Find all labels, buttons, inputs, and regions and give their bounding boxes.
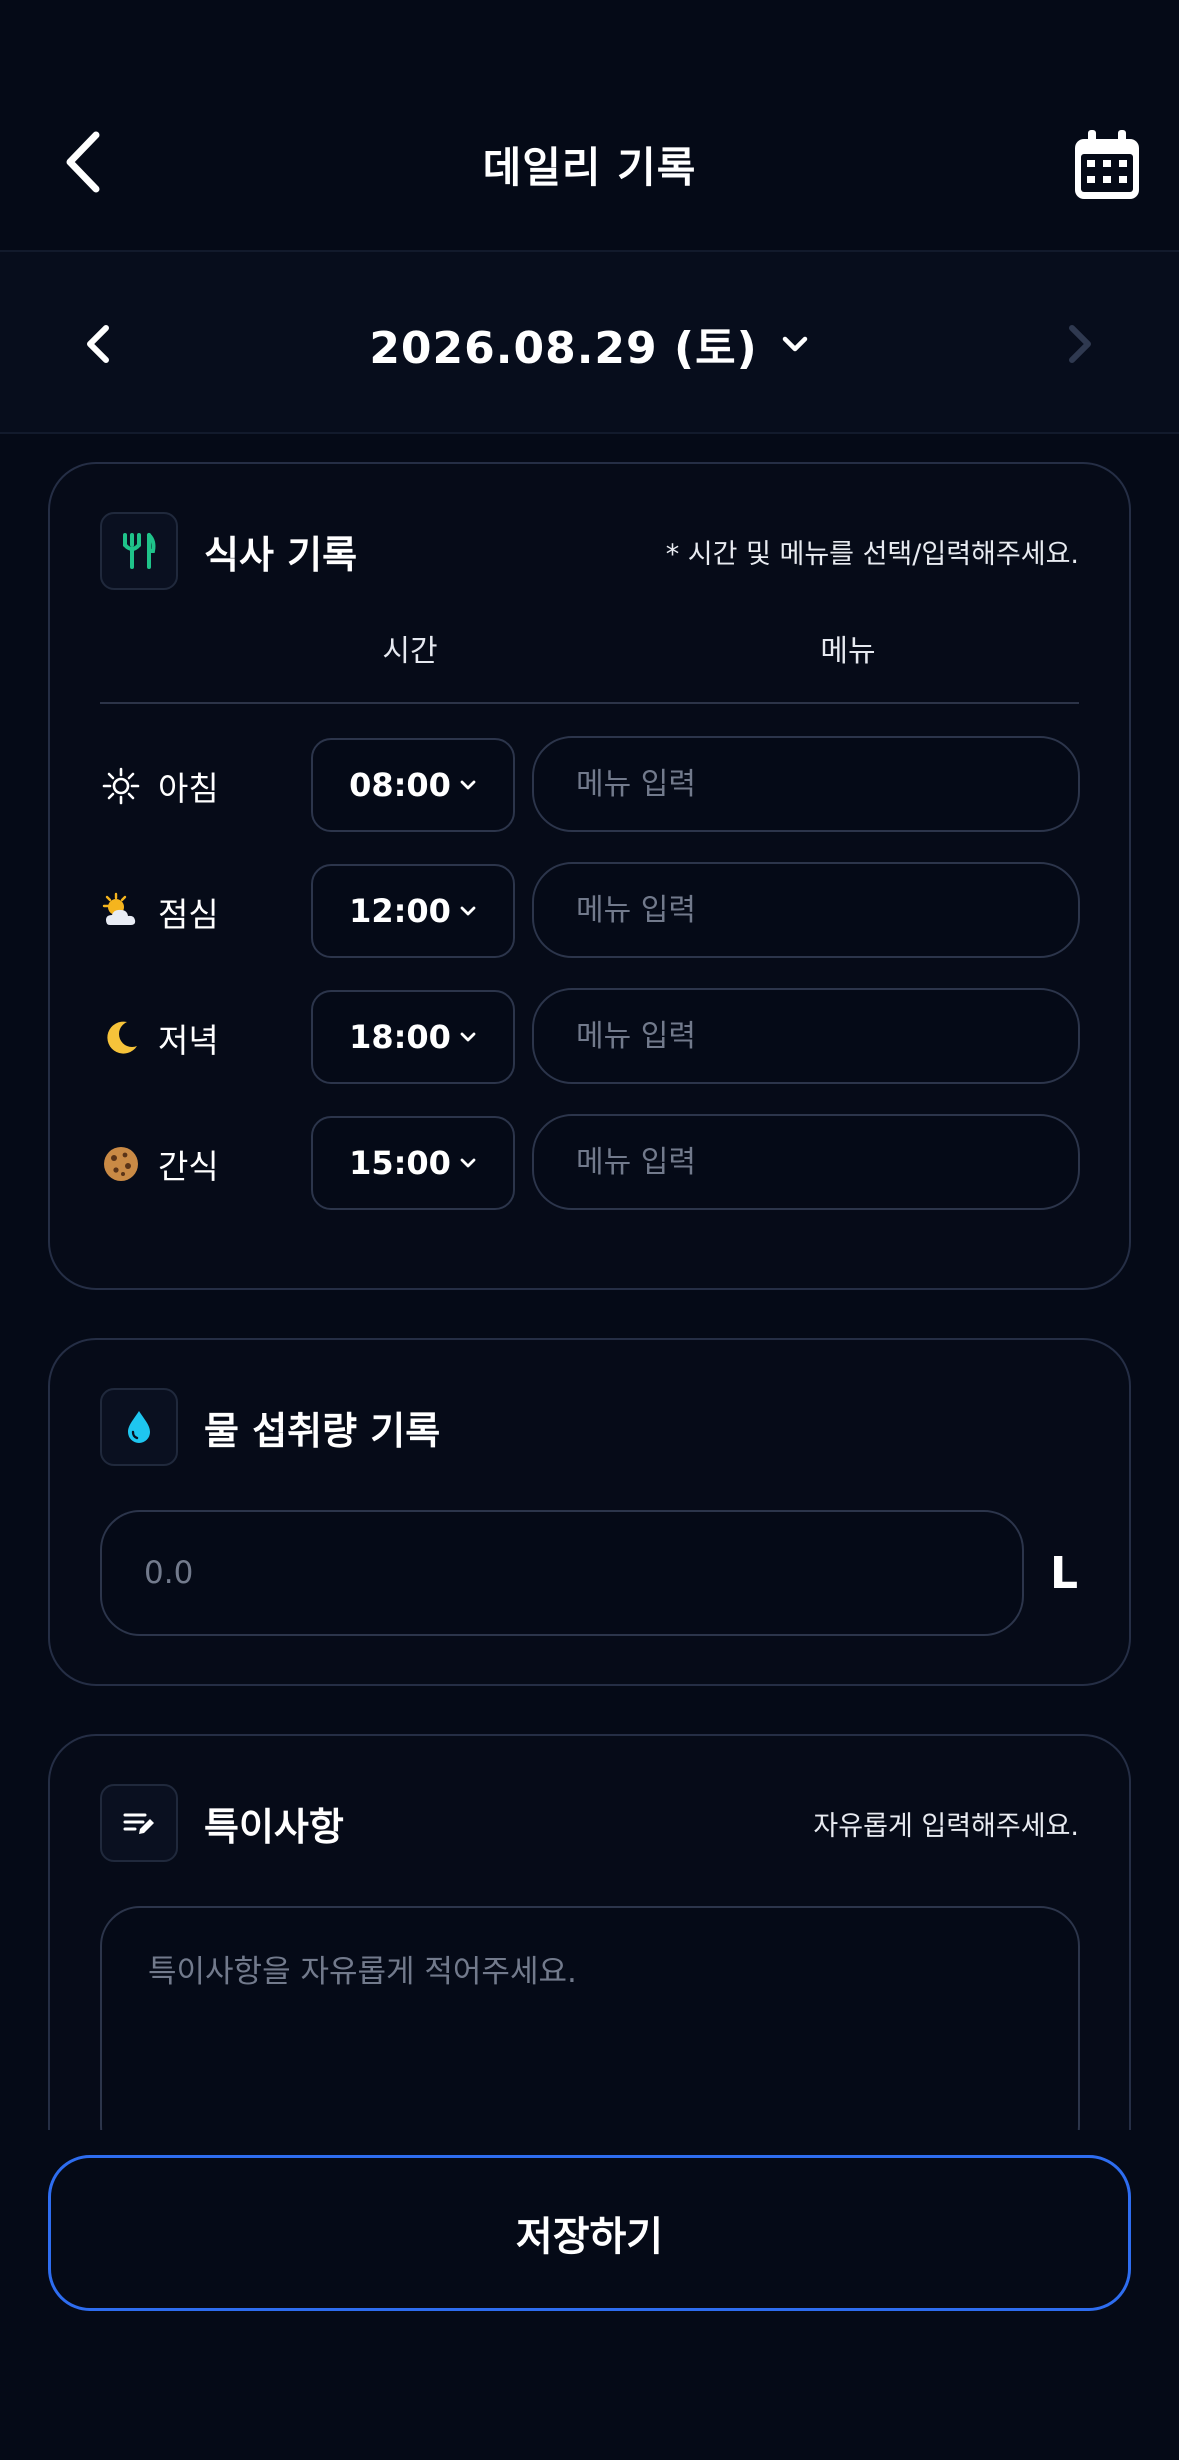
notes-card-hint: 자유롭게 입력해주세요. [813,1810,1079,1842]
meal-label: 저녁 [100,990,300,1086]
meal-card-hint: * 시간 및 메뉴를 선택/입력해주세요. [665,538,1079,570]
chevron-down-icon [460,906,476,916]
time-select[interactable]: 18:00 [311,990,515,1084]
column-header-menu: 메뉴 [820,634,876,669]
water-amount-input[interactable] [100,1510,1024,1636]
date-picker-toggle[interactable]: 2026.08.29 (토) [0,312,1179,376]
water-card-title: 물 섭취량 기록 [204,1408,441,1453]
save-button[interactable]: 저장하기 [48,2155,1131,2311]
menu-input[interactable] [532,1114,1080,1210]
time-value: 08:00 [349,766,451,804]
notes-card-title: 특이사항 [204,1804,344,1849]
time-value: 15:00 [349,1144,451,1182]
meal-label: 아침 [100,738,300,834]
time-value: 18:00 [349,1018,451,1056]
menu-input[interactable] [532,862,1080,958]
water-intake-card: 물 섭취량 기록 L [48,1338,1131,1686]
meal-card-header: 식사 기록 * 시간 및 메뉴를 선택/입력해주세요. [100,512,1079,590]
notes-icon-box [100,1784,178,1862]
notes-card: 특이사항 자유롭게 입력해주세요. [48,1734,1131,2134]
column-header-time: 시간 [382,634,438,669]
sun-cloud-icon [100,891,142,933]
meal-card-title: 식사 기록 [204,532,358,577]
water-icon-box [100,1388,178,1466]
meal-record-card: 식사 기록 * 시간 및 메뉴를 선택/입력해주세요. 시간 메뉴 아침 08:… [48,462,1131,1290]
cookie-icon [100,1143,142,1185]
moon-icon [100,1017,142,1059]
chevron-down-icon [460,1032,476,1042]
meal-icon-box [100,512,178,590]
meal-row-snack: 간식 15:00 [100,1114,1080,1212]
chevron-right-icon [1069,325,1091,363]
meal-row-dinner: 저녁 18:00 [100,988,1080,1086]
edit-note-icon [123,1813,154,1834]
menu-input[interactable] [532,736,1080,832]
time-select[interactable]: 08:00 [311,738,515,832]
calendar-icon [1075,130,1139,199]
daily-record-screen: 데일리 기록 2026.08.29 (토) 식사 기록 * 시간 및 메뉴를 선… [0,0,1179,2460]
notes-textarea[interactable] [100,1906,1080,2134]
meal-label: 간식 [100,1116,300,1212]
date-navigator: 2026.08.29 (토) [0,250,1179,434]
next-day-button[interactable] [1058,314,1102,374]
time-select[interactable]: 12:00 [311,864,515,958]
current-date: 2026.08.29 (토) [369,323,758,374]
chevron-down-icon [460,780,476,790]
utensils-icon [123,533,156,569]
time-value: 12:00 [349,892,451,930]
water-unit-label: L [1050,1548,1079,1599]
sun-icon [100,765,142,807]
menu-input[interactable] [532,988,1080,1084]
header: 데일리 기록 [0,0,1179,250]
meal-label-text: 점심 [158,895,219,934]
meal-row-breakfast: 아침 08:00 [100,736,1080,834]
calendar-button[interactable] [1072,130,1142,202]
meal-label-text: 아침 [158,769,219,808]
meal-label-text: 간식 [158,1147,219,1186]
page-title: 데일리 기록 [482,143,697,192]
meal-column-headers: 시간 메뉴 [100,624,1079,704]
time-select[interactable]: 15:00 [311,1116,515,1210]
meal-row-lunch: 점심 12:00 [100,862,1080,960]
meal-label: 점심 [100,864,300,960]
notes-card-header: 특이사항 자유롭게 입력해주세요. [100,1784,1079,1862]
water-card-header: 물 섭취량 기록 [100,1388,1079,1466]
chevron-down-icon [460,1158,476,1168]
water-drop-icon [128,1411,150,1443]
meal-label-text: 저녁 [158,1021,219,1060]
chevron-down-icon [782,336,807,352]
